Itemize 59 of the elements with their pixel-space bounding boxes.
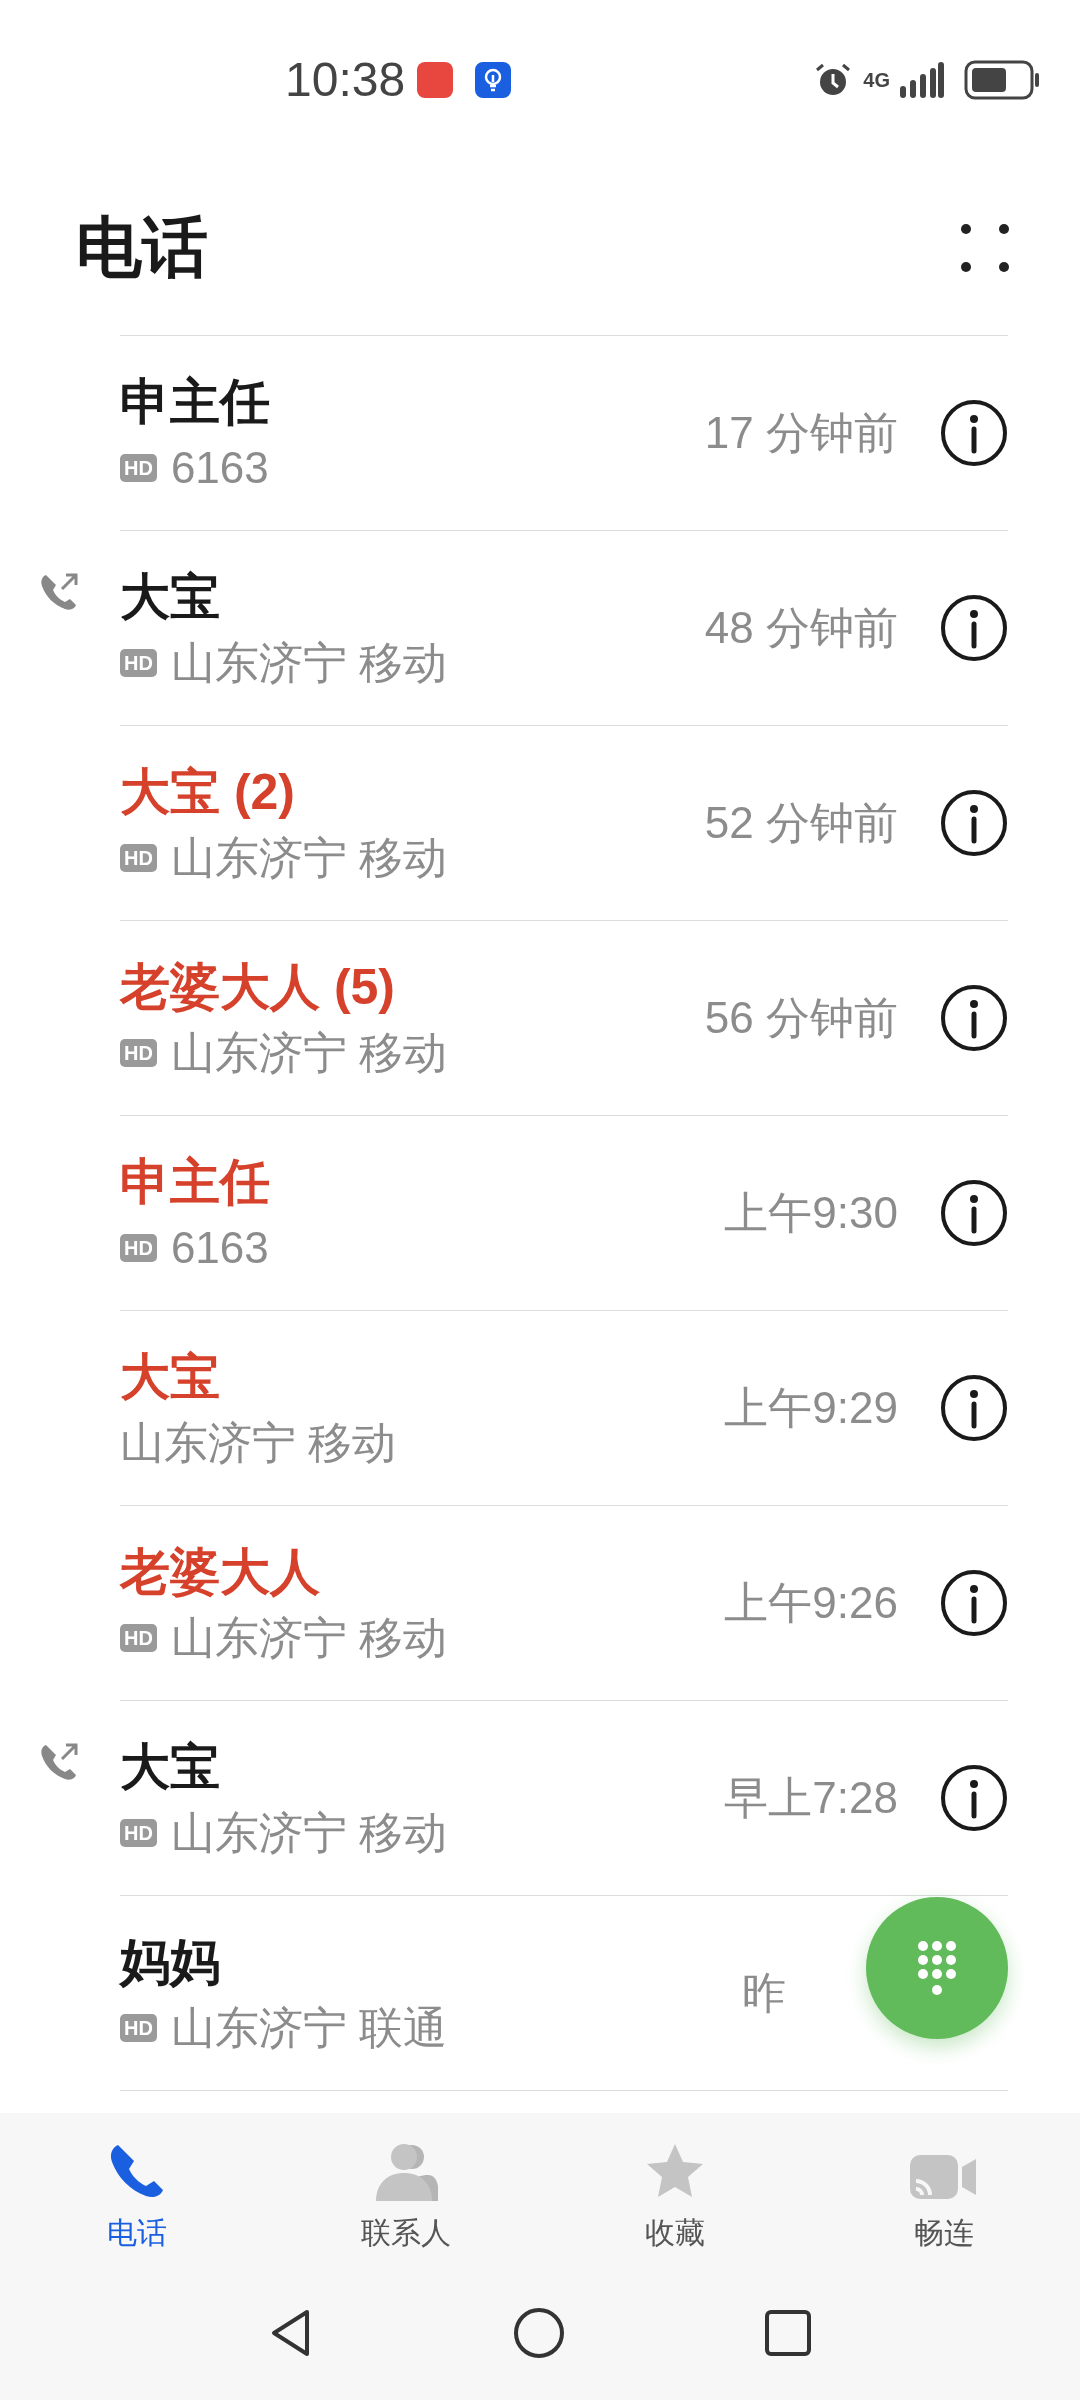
info-icon[interactable]	[940, 1179, 1008, 1247]
contact-name: 大宝 (2)	[120, 763, 296, 822]
nav-tab[interactable]: 收藏	[540, 2137, 809, 2293]
info-icon[interactable]	[940, 399, 1008, 467]
contacts-icon	[373, 2141, 438, 2203]
nav-tab[interactable]: 联系人	[271, 2137, 540, 2293]
call-detail: 山东济宁 移动	[170, 637, 448, 689]
contact-name: 老婆大人	[120, 1543, 321, 1602]
info-icon[interactable]	[940, 1374, 1008, 1442]
call-time: 17 分钟前	[704, 407, 898, 459]
page-title: 电话	[76, 209, 208, 286]
info-icon[interactable]	[940, 1569, 1008, 1637]
recents-icon[interactable]	[765, 2310, 811, 2356]
nav-tab[interactable]: 电话	[2, 2137, 271, 2293]
call-detail: 6163	[170, 442, 269, 494]
hd-badge: HD	[120, 2014, 157, 2042]
hd-badge: HD	[120, 1624, 157, 1652]
call-detail: 山东济宁 移动	[170, 1807, 448, 1859]
contact-name: 申主任	[120, 373, 270, 432]
call-detail: 6163	[170, 1222, 269, 1274]
call-time: 48 分钟前	[704, 602, 898, 654]
dialpad-icon	[917, 1940, 957, 1996]
call-time: 早上7:28	[724, 1772, 898, 1824]
call-time: 昨	[742, 1967, 786, 2019]
call-time: 52 分钟前	[704, 797, 898, 849]
info-icon[interactable]	[940, 789, 1008, 857]
call-time: 上午9:30	[724, 1187, 898, 1239]
hd-badge: HD	[120, 1819, 157, 1847]
call-detail: 山东济宁 移动	[170, 1027, 448, 1079]
lightbulb-icon	[475, 62, 512, 98]
hd-badge: HD	[120, 1039, 157, 1067]
call-detail: 山东济宁 移动	[170, 832, 448, 884]
call-detail: 山东济宁 移动	[120, 1417, 397, 1469]
contact-name: 妈妈	[120, 1933, 221, 1992]
info-icon[interactable]	[940, 594, 1008, 662]
call-time: 上午9:29	[724, 1382, 898, 1434]
hd-badge: HD	[120, 454, 157, 482]
signal-icon	[900, 62, 944, 98]
battery-icon	[964, 60, 1040, 100]
status-time: 10:38	[285, 52, 406, 108]
app-store-icon	[417, 62, 454, 98]
contact-name: 大宝	[120, 1348, 221, 1407]
contact-name: 大宝	[120, 1738, 221, 1797]
hd-badge: HD	[120, 844, 157, 872]
info-icon[interactable]	[940, 984, 1008, 1052]
home-icon[interactable]	[513, 2307, 565, 2359]
call-time: 上午9:26	[724, 1577, 898, 1629]
more-icon[interactable]	[960, 222, 1010, 273]
call-detail: 山东济宁 移动	[170, 1612, 448, 1664]
hd-badge: HD	[120, 649, 157, 677]
nav-tab[interactable]: 畅连	[809, 2137, 1078, 2293]
network-type: 4G	[863, 70, 890, 90]
info-icon[interactable]	[940, 1764, 1008, 1832]
contact-name: 申主任	[120, 1153, 270, 1212]
call-detail: 山东济宁 联通	[170, 2002, 448, 2054]
contact-name: 老婆大人 (5)	[120, 958, 396, 1017]
contact-name: 大宝	[120, 568, 221, 627]
hd-badge: HD	[120, 1234, 157, 1262]
call-time: 56 分钟前	[704, 992, 898, 1044]
